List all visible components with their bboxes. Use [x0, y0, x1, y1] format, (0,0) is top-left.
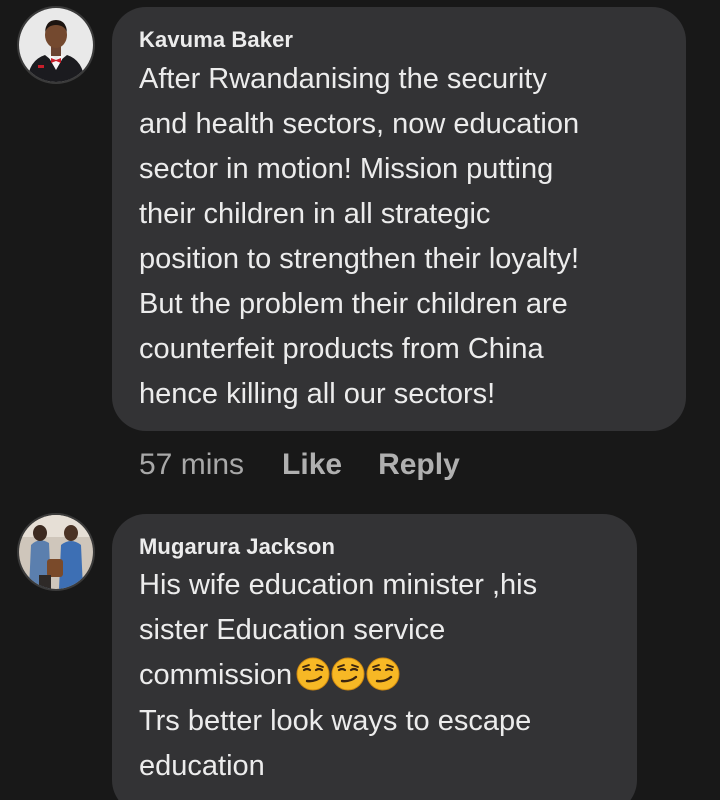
comment-line: counterfeit products from China	[139, 333, 544, 365]
comment-line: After Rwandanising the security	[139, 63, 547, 95]
comment-line: their children in all strategic	[139, 198, 491, 230]
comment-line: hence killing all our sectors!	[139, 378, 496, 410]
people-photo-icon	[19, 515, 93, 589]
emoji-group	[296, 651, 401, 696]
comment-line: sector in motion! Mission putting	[139, 153, 554, 185]
smirking-face-emoji-icon	[366, 657, 400, 691]
comment-actions: 57 mins Like Reply	[139, 448, 496, 482]
comment-text: After Rwandanising the security and heal…	[139, 57, 579, 417]
smirking-face-emoji-icon	[331, 657, 365, 691]
comment-line: Trs better look ways to escape	[139, 704, 532, 737]
comment-line: position to strengthen their loyalty!	[139, 243, 580, 275]
comment-timestamp[interactable]: 57 mins	[139, 448, 244, 481]
comment-author[interactable]: Mugarura Jackson	[139, 534, 335, 560]
man-in-suit-photo-icon	[19, 8, 93, 82]
comment-line: and health sectors, now education	[139, 108, 580, 140]
reply-button[interactable]: Reply	[378, 448, 460, 481]
comment-line: education	[139, 749, 265, 782]
comment-line: But the problem their children are	[139, 288, 568, 320]
comment-line-text: commission	[139, 659, 293, 691]
comment-text: His wife education minister ,his sister …	[139, 563, 537, 789]
comment-line: His wife education minister ,his	[139, 569, 538, 601]
like-button[interactable]: Like	[282, 448, 342, 481]
avatar[interactable]	[17, 6, 95, 84]
comment-line: commission	[139, 653, 537, 699]
comment-author[interactable]: Kavuma Baker	[139, 27, 293, 53]
comment-line: sister Education service	[139, 614, 446, 646]
smirking-face-emoji-icon	[296, 657, 330, 691]
comment-thread: Kavuma Baker After Rwandanising the secu…	[0, 0, 720, 800]
avatar[interactable]	[17, 513, 95, 591]
